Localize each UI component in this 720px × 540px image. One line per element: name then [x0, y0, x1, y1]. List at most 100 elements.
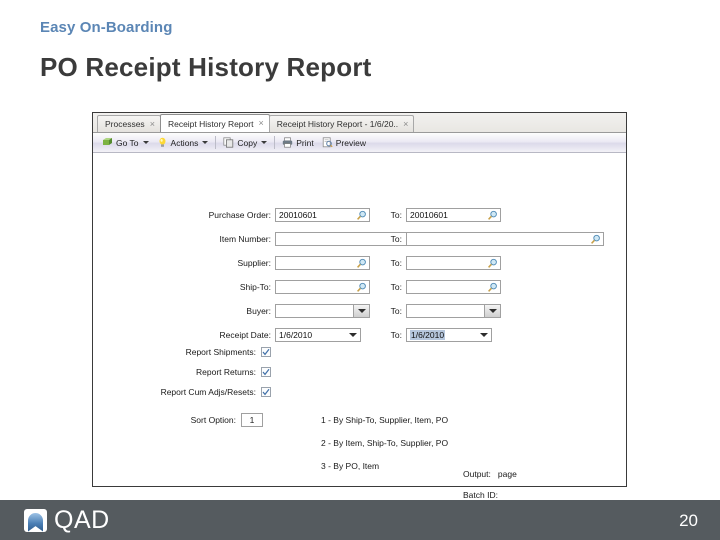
buyer-to-select[interactable]: [406, 303, 501, 318]
copy-icon: [223, 137, 234, 148]
field-row-buyer: Buyer:: [93, 303, 370, 318]
application-window: Processes × Receipt History Report × Rec…: [92, 112, 627, 500]
lookup-search-icon[interactable]: [590, 234, 601, 245]
buyer-select[interactable]: [275, 303, 370, 318]
field-label: To:: [390, 233, 402, 244]
close-icon[interactable]: ×: [258, 119, 263, 128]
print-icon: [282, 137, 293, 148]
slide-eyebrow: Easy On-Boarding: [40, 19, 173, 36]
preview-button[interactable]: Preview: [318, 135, 370, 151]
qad-logo: QAD: [24, 507, 110, 533]
toolbar-label: Print: [296, 137, 314, 148]
batch-id-label: Batch ID:: [463, 490, 498, 500]
purchase-order-input[interactable]: 20010601: [275, 207, 370, 222]
sort-option-2: 2 - By Item, Ship-To, Supplier, PO: [321, 438, 449, 448]
sort-option-input[interactable]: 1: [241, 413, 263, 427]
slide-header: Easy On-Boarding PO Receipt History Repo…: [40, 18, 680, 82]
field-label: To:: [390, 281, 402, 292]
report-returns-checkbox[interactable]: [261, 366, 271, 377]
close-icon[interactable]: ×: [403, 119, 408, 129]
chevron-down-icon[interactable]: [349, 329, 357, 341]
chevron-down-icon[interactable]: [484, 304, 500, 317]
lookup-search-icon[interactable]: [487, 210, 498, 221]
check-icon: [262, 368, 270, 375]
field-label: To:: [390, 329, 402, 340]
report-cum-adjs-resets-checkbox[interactable]: [261, 386, 271, 397]
toolbar-label: Preview: [335, 137, 366, 148]
tab-label: Processes: [105, 119, 145, 129]
tab-strip: Processes × Receipt History Report × Rec…: [93, 113, 626, 133]
tab-label: Receipt History Report - 1/6/20..: [276, 119, 399, 129]
receipt-date-input[interactable]: 1/6/2010: [275, 327, 361, 342]
qad-logo-icon: [24, 508, 47, 532]
report-criteria-form: Purchase Order: 20010601 To: 20010601 It…: [93, 153, 626, 500]
sort-option-row: Sort Option: 1: [93, 413, 263, 427]
field-label: To:: [390, 257, 402, 268]
chevron-down-icon[interactable]: [142, 141, 149, 144]
receipt-date-to-input[interactable]: 1/6/2010: [406, 327, 492, 342]
go-to-icon: [102, 137, 113, 148]
field-value: 1/6/2010: [410, 329, 446, 340]
print-button[interactable]: Print: [278, 135, 317, 151]
checkbox-row-report-cum-adjs-resets: Report Cum Adjs/Resets:: [93, 385, 271, 398]
checkbox-row-report-shipments: Report Shipments:: [93, 345, 271, 358]
checkbox-label: Report Returns:: [196, 366, 256, 377]
sort-option-1: 1 - By Ship-To, Supplier, Item, PO: [321, 415, 449, 425]
tab-receipt-history-report-dated[interactable]: Receipt History Report - 1/6/20.. ×: [268, 115, 415, 132]
chevron-down-icon[interactable]: [202, 141, 209, 144]
output-row: Output: page: [463, 469, 517, 479]
sort-option-value: 1: [249, 415, 255, 425]
item-number-to-input[interactable]: [406, 231, 604, 246]
purchase-order-to-input[interactable]: 20010601: [406, 207, 501, 222]
field-row-purchase-order-to: To: 20010601: [384, 207, 501, 222]
tab-receipt-history-report[interactable]: Receipt History Report ×: [159, 114, 270, 132]
checkbox-row-report-returns: Report Returns:: [93, 365, 271, 378]
field-row-supplier: Supplier:: [93, 255, 370, 270]
tab-processes[interactable]: Processes ×: [97, 115, 161, 132]
ship-to-input[interactable]: [275, 279, 370, 294]
field-row-receipt-date: Receipt Date: 1/6/2010: [93, 327, 361, 342]
checkbox-label: Report Shipments:: [185, 346, 256, 357]
slide-footer: QAD 20: [0, 500, 720, 540]
toolbar-label: Actions: [170, 137, 199, 148]
field-label: To:: [390, 209, 402, 220]
field-label: Receipt Date:: [219, 329, 272, 340]
field-label: Buyer:: [246, 305, 271, 316]
check-icon: [262, 348, 270, 355]
lookup-search-icon[interactable]: [356, 282, 367, 293]
report-shipments-checkbox[interactable]: [261, 346, 271, 357]
copy-button[interactable]: Copy: [219, 135, 271, 151]
field-row-ship-to: Ship-To:: [93, 279, 370, 294]
supplier-to-input[interactable]: [406, 255, 501, 270]
field-label: Supplier:: [237, 257, 271, 268]
check-icon: [262, 388, 270, 395]
sort-option-legend: 1 - By Ship-To, Supplier, Item, PO 2 - B…: [321, 415, 448, 484]
field-label: Item Number:: [219, 233, 272, 244]
sort-option-label: Sort Option:: [190, 415, 236, 425]
close-icon[interactable]: ×: [150, 119, 155, 129]
chevron-down-icon[interactable]: [353, 304, 369, 317]
lookup-search-icon[interactable]: [487, 282, 498, 293]
sort-option-3: 3 - By PO, Item: [321, 461, 380, 471]
field-label: Ship-To:: [239, 281, 271, 292]
field-label: Purchase Order:: [208, 209, 271, 220]
supplier-input[interactable]: [275, 255, 370, 270]
field-row-receipt-date-to: To: 1/6/2010: [384, 327, 492, 342]
toolbar-label: Go To: [116, 137, 139, 148]
page-number: 20: [679, 510, 698, 530]
field-value: 1/6/2010: [279, 329, 313, 340]
chevron-down-icon[interactable]: [261, 141, 268, 144]
actions-button[interactable]: Actions: [153, 135, 213, 151]
batch-id-row: Batch ID:: [463, 490, 505, 500]
lookup-search-icon[interactable]: [356, 258, 367, 269]
field-row-supplier-to: To:: [384, 255, 501, 270]
go-to-button[interactable]: Go To: [98, 135, 153, 151]
ship-to-to-input[interactable]: [406, 279, 501, 294]
chevron-down-icon[interactable]: [480, 329, 488, 341]
actions-bulb-icon: [157, 137, 168, 148]
lookup-search-icon[interactable]: [356, 210, 367, 221]
field-row-item-number-to: To:: [384, 231, 604, 246]
field-row-buyer-to: To:: [384, 303, 501, 318]
field-value: 20010601: [410, 209, 448, 220]
lookup-search-icon[interactable]: [487, 258, 498, 269]
